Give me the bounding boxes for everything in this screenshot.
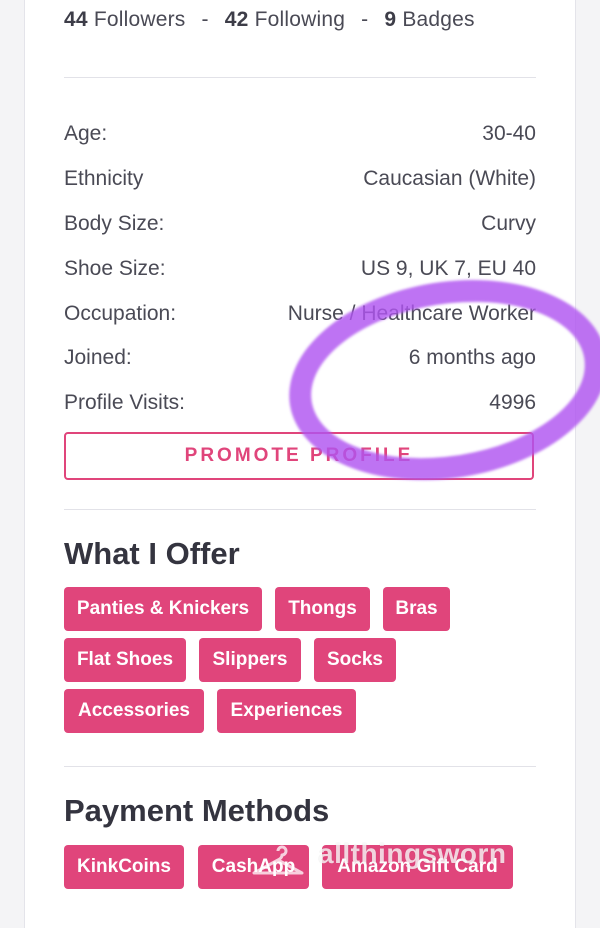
- badges-link[interactable]: 9 Badges: [384, 8, 474, 31]
- detail-value: 30-40: [482, 122, 536, 145]
- stats-separator: -: [201, 8, 209, 31]
- detail-value: US 9, UK 7, EU 40: [360, 257, 536, 280]
- detail-row-age: Age: 30-40: [64, 119, 536, 149]
- what-i-offer-heading: What I Offer: [64, 536, 240, 571]
- offer-tag-experiences[interactable]: Experiences: [217, 689, 356, 733]
- detail-value: Caucasian (White): [363, 167, 536, 190]
- detail-label: Body Size:: [64, 212, 165, 235]
- detail-label: Profile Visits:: [64, 391, 185, 414]
- payment-methods-heading: Payment Methods: [64, 793, 330, 828]
- detail-label: Ethnicity: [64, 167, 144, 190]
- detail-row-ethnicity: Ethnicity Caucasian (White): [64, 164, 536, 194]
- detail-label: Shoe Size:: [64, 257, 166, 280]
- detail-label: Joined:: [64, 346, 132, 369]
- divider: [64, 77, 536, 78]
- detail-row-body-size: Body Size: Curvy: [64, 209, 536, 239]
- offer-tag-thongs[interactable]: Thongs: [275, 587, 370, 631]
- following-link[interactable]: 42 Following: [225, 8, 345, 31]
- stats-separator: -: [361, 8, 369, 31]
- detail-label: Age:: [64, 122, 108, 145]
- payment-tag-kinkcoins[interactable]: KinkCoins: [64, 845, 184, 889]
- offer-tag-socks[interactable]: Socks: [314, 638, 396, 682]
- divider: [64, 766, 536, 767]
- followers-link[interactable]: 44 Followers: [64, 8, 185, 31]
- offer-tag-bras[interactable]: Bras: [383, 587, 450, 631]
- offer-tag-flat-shoes[interactable]: Flat Shoes: [64, 638, 186, 682]
- watermark-text: allthingsworn: [318, 838, 507, 869]
- detail-value: Curvy: [481, 212, 536, 235]
- profile-stats: 44 Followers - 42 Following - 9 Badges: [64, 8, 475, 32]
- offer-tag-panties-knickers[interactable]: Panties & Knickers: [64, 587, 262, 631]
- offer-tag-slippers[interactable]: Slippers: [199, 638, 301, 682]
- detail-label: Occupation:: [64, 302, 177, 325]
- divider: [64, 509, 536, 510]
- hanger-icon: [252, 845, 304, 875]
- offer-tag-accessories[interactable]: Accessories: [64, 689, 204, 733]
